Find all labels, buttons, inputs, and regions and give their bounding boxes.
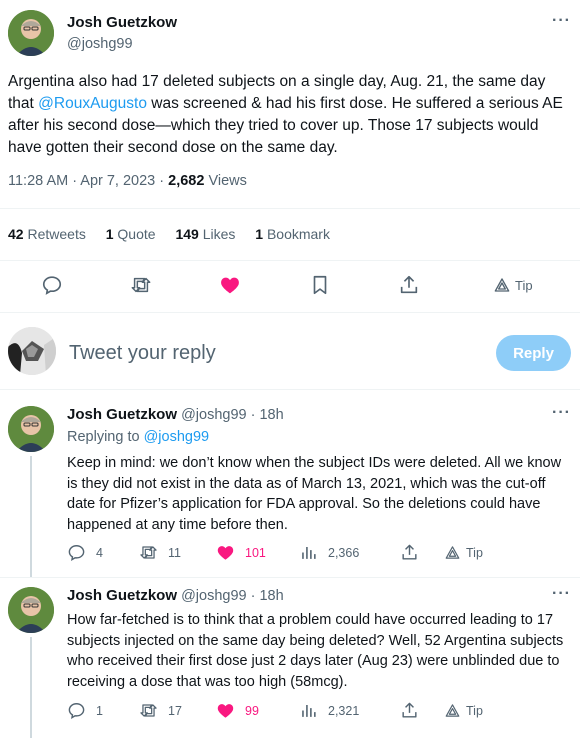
timestamp[interactable]: 11:28 AM · Apr 7, 2023 [8,173,155,189]
reply-icon [68,703,85,719]
more-options-icon[interactable]: ··· [552,585,571,603]
author-name[interactable]: Josh Guetzkow [67,587,177,604]
thread-line [30,456,32,578]
tweet-time[interactable]: · 18h [251,407,284,423]
avatar[interactable] [8,587,54,633]
views-count: 2,366 [328,545,360,560]
views-label: Views [208,173,247,189]
share-button[interactable] [400,701,419,720]
likes-stat[interactable]: 149 Likes [175,226,235,242]
reply-button[interactable]: 1 [67,701,103,720]
bookmark-button[interactable] [309,274,331,296]
retweet-button[interactable]: 11 [139,543,181,562]
tip-button[interactable]: Tip [445,703,483,718]
reply-header: Josh Guetzkow @joshg99 · 18h [67,587,284,604]
tip-label: Tip [466,545,483,560]
tip-label: Tip [515,277,533,293]
retweet-button[interactable] [130,274,152,296]
author-name[interactable]: Josh Guetzkow [67,406,177,423]
like-button[interactable]: 99 [216,701,259,720]
views-count: 2,321 [328,703,360,718]
divider [0,389,580,390]
like-button[interactable]: 101 [216,543,266,562]
retweet-count: 17 [168,703,182,718]
retweet-icon [140,704,157,717]
analytics-icon [302,704,316,717]
bookmark-icon [313,275,327,295]
tip-icon [494,278,510,292]
share-button[interactable] [398,274,420,296]
tweet-text: Argentina also had 17 deleted subjects o… [8,73,563,156]
analytics-icon [302,546,316,559]
more-options-icon[interactable]: ··· [552,404,571,422]
heart-filled-icon [217,704,234,718]
reply-input[interactable]: Tweet your reply [69,342,216,365]
avatar[interactable] [8,10,54,56]
views-button[interactable]: 2,321 [299,701,359,720]
heart-filled-icon [221,277,239,294]
divider [0,208,580,209]
thread-line [30,637,32,738]
retweet-icon [131,277,151,293]
views-button[interactable]: 2,366 [299,543,359,562]
divider [0,312,580,313]
reply-icon [68,545,85,561]
reply-submit-button[interactable]: Reply [496,335,571,371]
replying-to-handle[interactable]: @joshg99 [144,429,210,445]
tweet-meta: 11:28 AM · Apr 7, 2023 · 2,682 Views [8,173,247,189]
share-icon [400,275,418,294]
reply-button[interactable]: 4 [67,543,103,562]
share-icon [402,544,417,560]
reply-text: Keep in mind: we don’t know when the sub… [67,455,562,533]
author-name[interactable]: Josh Guetzkow [67,14,177,31]
reply-text: How far-fetched is to think that a probl… [67,612,564,690]
share-icon [402,702,417,718]
like-button[interactable] [219,274,241,296]
replying-to: Replying to @joshg99 [67,429,210,445]
views-count: 2,682 [168,173,205,189]
tweet-time[interactable]: · 18h [251,588,284,604]
reply-button[interactable] [41,274,63,296]
tip-button[interactable]: Tip [445,545,483,560]
bookmarks-stat[interactable]: 1 Bookmark [255,226,330,242]
retweet-count: 11 [168,545,181,560]
more-options-icon[interactable]: ··· [552,12,571,30]
retweet-icon [140,546,157,559]
user-avatar[interactable] [8,327,56,375]
divider [0,260,580,261]
tweet-stats: 42 Retweets 1 Quote 149 Likes 1 Bookmark [8,226,330,242]
heart-filled-icon [217,546,234,560]
author-handle[interactable]: @joshg99 [67,36,133,52]
mention-link[interactable]: @RouxAugusto [38,95,147,112]
reply-header: Josh Guetzkow @joshg99 · 18h [67,406,284,423]
like-count: 101 [245,545,266,560]
retweet-button[interactable]: 17 [139,701,182,720]
author-handle[interactable]: @joshg99 [181,407,247,423]
tip-button[interactable]: Tip [494,277,533,293]
avatar[interactable] [8,406,54,452]
tip-icon [445,704,460,717]
author-handle[interactable]: @joshg99 [181,588,247,604]
like-count: 99 [245,703,259,718]
reply-count: 4 [96,545,103,560]
tip-label: Tip [466,703,483,718]
quotes-stat[interactable]: 1 Quote [106,226,156,242]
reply-icon [42,276,62,295]
reply-count: 1 [96,703,103,718]
share-button[interactable] [400,543,419,562]
divider [0,577,580,578]
tip-icon [445,546,460,559]
retweets-stat[interactable]: 42 Retweets [8,226,86,242]
